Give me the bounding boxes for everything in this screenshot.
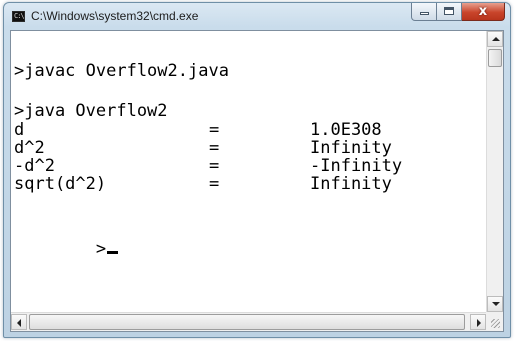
arrow-left-icon (17, 319, 21, 327)
output-equals: = (209, 174, 220, 194)
text-cursor (107, 251, 119, 254)
output-value: 1.0E308 (310, 120, 382, 140)
output-row: -d^2 = -Infinity (14, 157, 474, 175)
vertical-scrollbar[interactable] (486, 31, 503, 312)
horizontal-scroll-thumb[interactable] (29, 314, 465, 330)
command-line-java: >java Overflow2 (14, 101, 168, 121)
maximize-button[interactable] (437, 3, 462, 21)
output-equals: = (209, 120, 220, 140)
output-label: -d^2 (14, 156, 55, 176)
output-row: d^2 = Infinity (14, 139, 474, 157)
close-button[interactable]: x (462, 3, 505, 21)
cmd-app-icon[interactable]: C:\ (12, 11, 25, 22)
command-line-javac: >javac Overflow2.java (14, 61, 229, 81)
window-title: C:\Windows\system32\cmd.exe (31, 9, 199, 23)
output-equals: = (209, 156, 220, 176)
output-row: d = 1.0E308 (14, 121, 474, 139)
vertical-scroll-thumb[interactable] (488, 49, 502, 67)
output-row: sqrt(d^2) = Infinity (14, 175, 474, 193)
scroll-down-button[interactable] (487, 296, 503, 312)
arrow-down-icon (492, 302, 500, 306)
prompt-symbol: > (95, 239, 107, 259)
arrow-up-icon (492, 37, 500, 41)
close-icon: x (478, 4, 488, 19)
output-label: d^2 (14, 138, 45, 158)
scroll-up-button[interactable] (487, 31, 503, 47)
output-label: sqrt(d^2) (14, 174, 107, 194)
output-label: d (14, 120, 25, 140)
resize-grip[interactable] (486, 312, 503, 331)
output-value: -Infinity (310, 156, 403, 176)
horizontal-scrollbar[interactable] (11, 312, 486, 331)
output-equals: = (209, 138, 220, 158)
scroll-right-button[interactable] (470, 314, 486, 330)
prompt-line[interactable]: > (14, 219, 119, 279)
title-bar[interactable]: C:\ C:\Windows\system32\cmd.exe x (4, 3, 510, 30)
cmd-window: C:\ C:\Windows\system32\cmd.exe x >javac… (3, 2, 511, 338)
arrow-right-icon (477, 319, 481, 327)
minimize-icon (420, 12, 429, 15)
caption-buttons: x (411, 3, 505, 22)
maximize-icon (444, 7, 454, 15)
console-output[interactable]: >javac Overflow2.java >java Overflow2 d … (11, 31, 486, 312)
minimize-button[interactable] (411, 3, 437, 21)
console-frame: >javac Overflow2.java >java Overflow2 d … (10, 30, 504, 332)
scroll-left-button[interactable] (11, 314, 27, 330)
output-value: Infinity (310, 138, 392, 158)
output-value: Infinity (310, 174, 392, 194)
